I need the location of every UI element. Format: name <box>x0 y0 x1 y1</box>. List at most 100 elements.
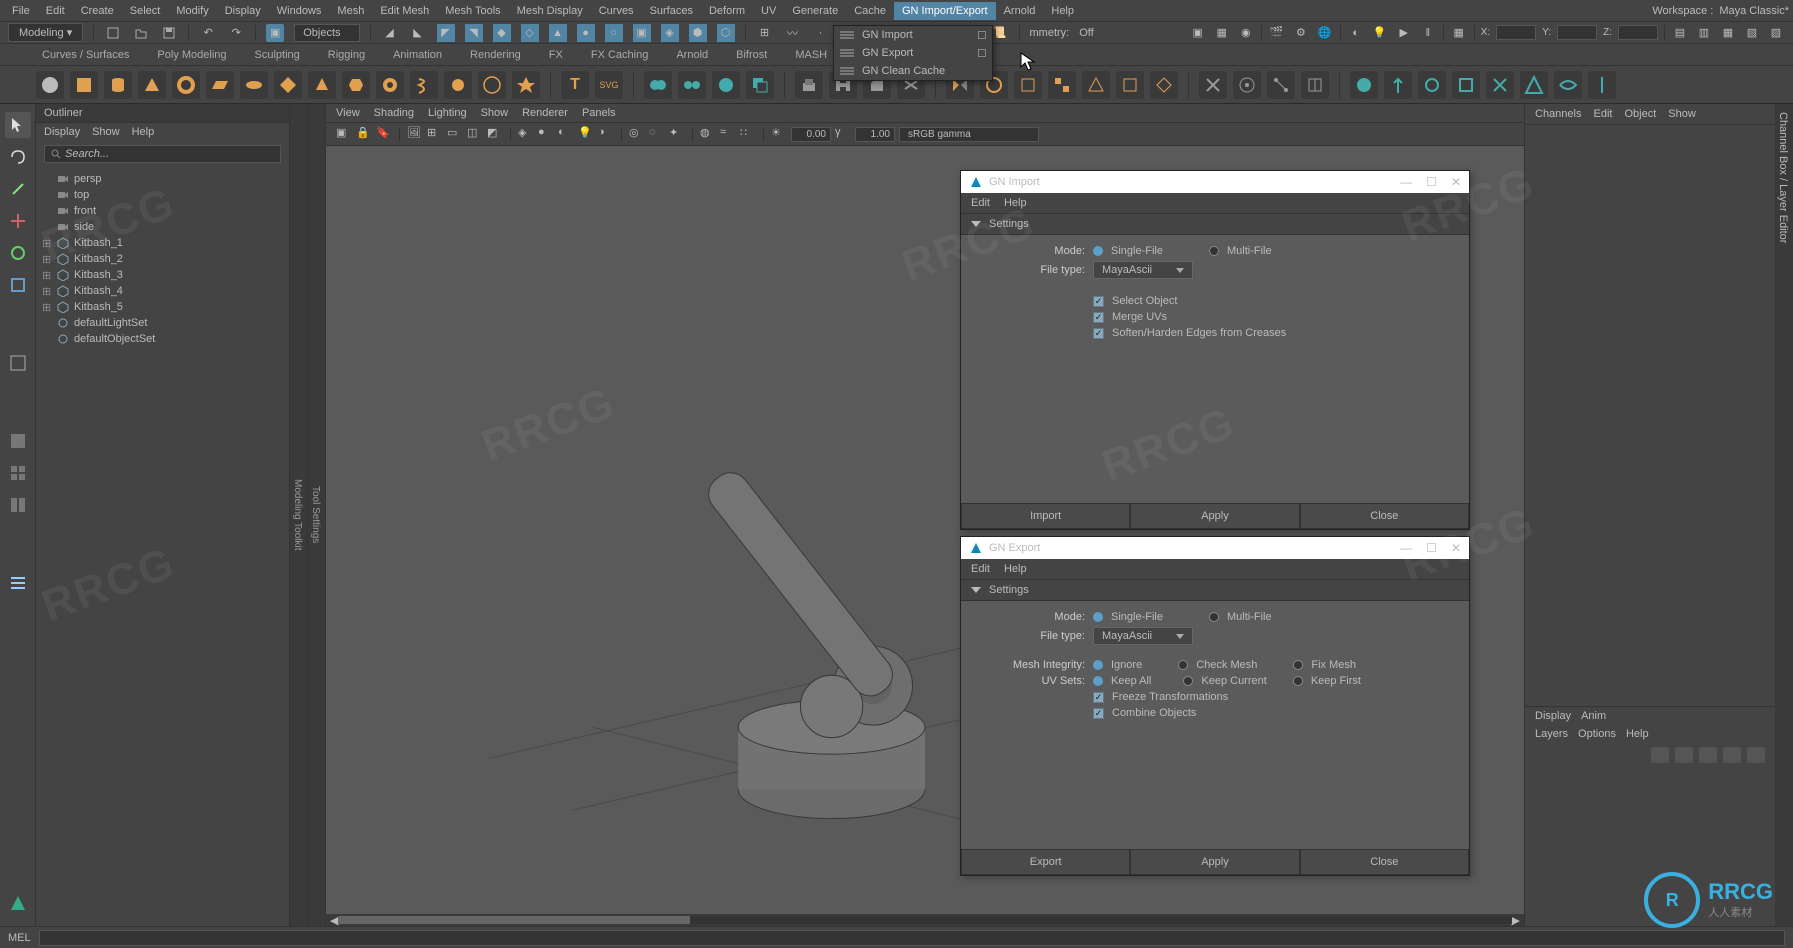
smooth-icon[interactable] <box>712 71 740 99</box>
outliner-menu-help[interactable]: Help <box>132 126 155 138</box>
chobject-tab[interactable]: Object <box>1624 108 1656 120</box>
joints-xray-icon[interactable]: ✦ <box>669 126 685 142</box>
shelf-tab-curves[interactable]: Curves / Surfaces <box>36 47 135 63</box>
export-edit-menu[interactable]: Edit <box>971 563 990 575</box>
mask-icon-12[interactable]: ⬢ <box>689 24 707 42</box>
export-close-button[interactable]: Close <box>1300 849 1469 875</box>
layout-icon-1[interactable]: ▤ <box>1671 24 1689 42</box>
two-view-icon[interactable] <box>5 492 31 518</box>
y-input[interactable] <box>1557 25 1597 40</box>
menu-file[interactable]: File <box>4 2 38 20</box>
anim-tab[interactable]: Anim <box>1581 710 1606 722</box>
outliner-search[interactable]: Search... <box>44 145 281 163</box>
layer-icon-3[interactable] <box>1699 747 1717 763</box>
command-input[interactable] <box>39 930 1785 946</box>
layer-icon-1[interactable] <box>1651 747 1669 763</box>
tool-settings-tab[interactable]: Tool Settings <box>308 104 326 926</box>
mask-icon-3[interactable]: ◤ <box>437 24 455 42</box>
menu-generate[interactable]: Generate <box>784 2 846 20</box>
export-min-btn[interactable]: — <box>1400 541 1412 555</box>
outliner-node[interactable]: ⊞Kitbash_5 <box>38 299 287 315</box>
paint-select-tool[interactable] <box>5 176 31 202</box>
view-menu[interactable]: View <box>336 107 360 119</box>
integrity-ignore-label[interactable]: Ignore <box>1111 659 1142 671</box>
menu-arnold[interactable]: Arnold <box>996 2 1044 20</box>
move-tool[interactable] <box>5 208 31 234</box>
exposure-input[interactable] <box>791 127 831 142</box>
renderer-menu[interactable]: Renderer <box>522 107 568 119</box>
res-gate-icon[interactable]: ◫ <box>467 126 483 142</box>
pause-icon[interactable]: ‖ <box>1419 24 1437 42</box>
workspace-dropdown[interactable]: Maya Classic* <box>1719 5 1789 17</box>
mask-icon-5[interactable]: ◆ <box>493 24 511 42</box>
exposure-icon[interactable]: ☀ <box>771 126 787 142</box>
render-view-icon[interactable]: 🎬 <box>1268 24 1286 42</box>
layout-icon-3[interactable]: ▦ <box>1719 24 1737 42</box>
menu-mesh-tools[interactable]: Mesh Tools <box>437 2 508 20</box>
outliner-node[interactable]: top <box>38 187 287 203</box>
poly-gear-icon[interactable] <box>444 71 472 99</box>
import-filetype-select[interactable]: MayaAscii <box>1093 261 1193 279</box>
menu-curves[interactable]: Curves <box>591 2 642 20</box>
import-apply-button[interactable]: Apply <box>1130 503 1299 529</box>
triangulate-icon[interactable] <box>1082 71 1110 99</box>
uv-keepall-label[interactable]: Keep All <box>1111 675 1151 687</box>
mel-label[interactable]: MEL <box>8 932 31 944</box>
light-editor-icon[interactable]: 💡 <box>1371 24 1389 42</box>
mask-icon-2[interactable]: ◣ <box>409 24 427 42</box>
outliner-node[interactable]: side <box>38 219 287 235</box>
export-combine-check[interactable]: ✓ <box>1093 708 1104 719</box>
svg-icon[interactable]: SVG <box>595 71 623 99</box>
option-box-icon[interactable] <box>978 49 986 57</box>
mask-icon-8[interactable]: ● <box>577 24 595 42</box>
shelf-tab-sculpt[interactable]: Sculpting <box>249 47 306 63</box>
show-menu[interactable]: Show <box>481 107 509 119</box>
menu-edit[interactable]: Edit <box>38 2 73 20</box>
layout-icon-5[interactable]: ▨ <box>1767 24 1785 42</box>
uv-keepfirst-radio[interactable] <box>1293 676 1303 686</box>
menu-create[interactable]: Create <box>73 2 122 20</box>
shelf-tab-anim[interactable]: Animation <box>387 47 448 63</box>
uv-keepcurrent-label[interactable]: Keep Current <box>1201 675 1266 687</box>
poly-cone-icon[interactable] <box>138 71 166 99</box>
collapse-arrow-icon[interactable] <box>971 221 981 227</box>
panels-menu[interactable]: Panels <box>582 107 616 119</box>
wireframe-icon[interactable]: ◈ <box>518 126 534 142</box>
uv-keepfirst-label[interactable]: Keep First <box>1311 675 1361 687</box>
outliner-toggle-icon[interactable] <box>5 570 31 596</box>
viewport-hscroll[interactable]: ◀▶ <box>326 914 1524 926</box>
integrity-check-radio[interactable] <box>1178 660 1188 670</box>
lasso-tool[interactable] <box>5 144 31 170</box>
menu-edit-mesh[interactable]: Edit Mesh <box>372 2 437 20</box>
poly-cylinder-icon[interactable] <box>104 71 132 99</box>
gamma-input[interactable] <box>855 127 895 142</box>
normals-icon[interactable] <box>1384 71 1412 99</box>
shaded-icon[interactable]: ● <box>538 126 554 142</box>
poly-helix-icon[interactable] <box>410 71 438 99</box>
select-by-object-icon[interactable]: ▣ <box>266 24 284 42</box>
open-scene-icon[interactable] <box>132 24 150 42</box>
menu-help[interactable]: Help <box>1043 2 1082 20</box>
symmetry-value[interactable]: Off <box>1079 27 1093 39</box>
menu-select[interactable]: Select <box>122 2 169 20</box>
ipr-icon[interactable]: ◉ <box>1237 24 1255 42</box>
channels-tab[interactable]: Channels <box>1535 108 1581 120</box>
layers-tab[interactable]: Layers <box>1535 728 1568 740</box>
import-help-menu[interactable]: Help <box>1004 197 1027 209</box>
import-single-label[interactable]: Single-File <box>1111 245 1163 257</box>
chshow-tab[interactable]: Show <box>1668 108 1696 120</box>
four-view-icon[interactable] <box>5 460 31 486</box>
cam-select-icon[interactable]: ▣ <box>336 126 352 142</box>
mask-icon-6[interactable]: ◇ <box>521 24 539 42</box>
outliner-node[interactable]: defaultObjectSet <box>38 331 287 347</box>
export-help-menu[interactable]: Help <box>1004 563 1027 575</box>
menu-item-gn-export[interactable]: GN Export <box>834 44 992 62</box>
extrude-icon[interactable] <box>795 71 823 99</box>
soften-icon[interactable] <box>1418 71 1446 99</box>
import-select-object-check[interactable]: ✓ <box>1093 296 1104 307</box>
snap-grid-icon[interactable]: ⊞ <box>756 24 774 42</box>
poly-torus-icon[interactable] <box>172 71 200 99</box>
export-max-btn[interactable]: ☐ <box>1426 541 1437 555</box>
mask-icon-10[interactable]: ▣ <box>633 24 651 42</box>
shadows-icon[interactable]: ◑ <box>598 126 614 142</box>
